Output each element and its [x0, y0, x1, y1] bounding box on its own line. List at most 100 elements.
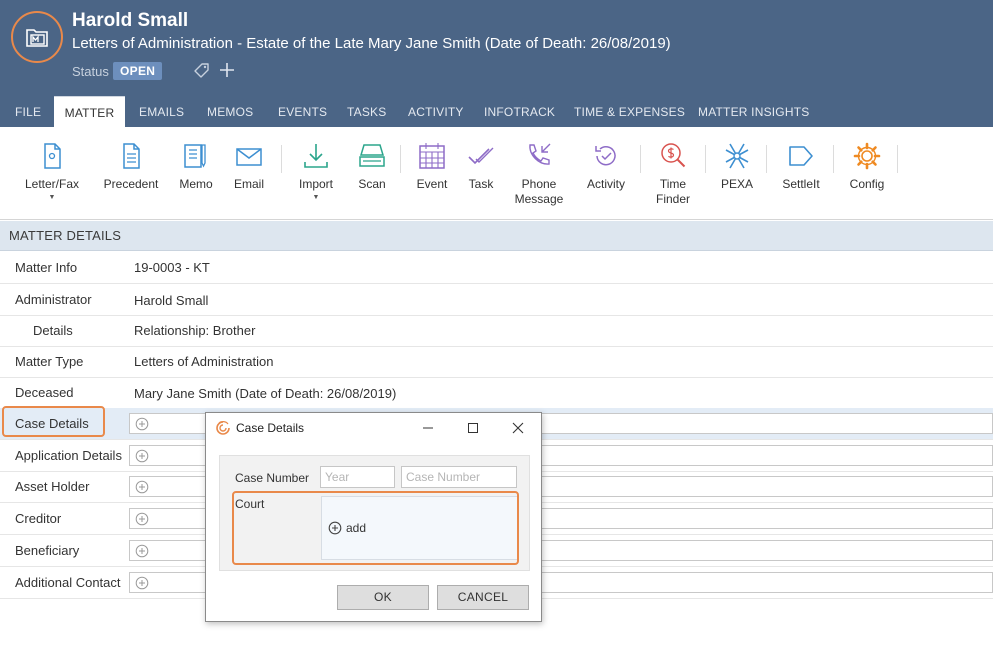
detail-row-deceased: Deceased Mary Jane Smith (Date of Death:… [0, 377, 993, 409]
letter-fax-label: Letter/Fax [24, 177, 80, 191]
matter-folder-icon [11, 11, 63, 63]
close-icon [512, 422, 524, 434]
close-button[interactable] [495, 413, 541, 443]
deceased-value[interactable]: Mary Jane Smith (Date of Death: 26/08/20… [134, 378, 396, 410]
ribbon-separator [705, 145, 706, 173]
phone-incoming-icon [529, 143, 551, 165]
import-label: Import [298, 177, 333, 191]
minimize-icon [423, 427, 433, 429]
plus-circle-icon[interactable] [135, 544, 149, 558]
tab-infotrack[interactable]: INFOTRACK [484, 96, 555, 127]
memo-icon [184, 144, 206, 168]
case-details-highlight [2, 406, 105, 437]
memo-button[interactable]: Memo [174, 127, 218, 217]
plus-circle-icon[interactable] [135, 480, 149, 494]
app-window: Harold Small Letters of Administration -… [0, 0, 993, 648]
time-finder-button[interactable]: Time Finder [648, 127, 698, 217]
pexa-button[interactable]: PEXA [714, 127, 760, 217]
letter-fax-button[interactable]: Letter/Fax ▼ [20, 127, 84, 217]
history-icon [595, 145, 616, 166]
email-label: Email [233, 177, 264, 191]
tab-matter-insights[interactable]: MATTER INSIGHTS [698, 96, 809, 127]
settleit-label: SettleIt [782, 177, 820, 191]
detail-row-matter-info: Matter Info 19-0003 - KT [0, 252, 993, 284]
precedent-button[interactable]: Precedent [98, 127, 164, 217]
ribbon-toolbar: Letter/Fax ▼ Precedent Memo Email Import… [0, 127, 993, 220]
scan-label: Scan [358, 177, 386, 191]
config-label: Config [849, 177, 885, 191]
download-icon [304, 144, 328, 168]
task-button[interactable]: Task [460, 127, 502, 217]
phone-message-label: Phone Message [514, 177, 564, 206]
gear-icon [853, 142, 881, 170]
case-number-input[interactable] [401, 466, 517, 488]
activity-label: Activity [586, 177, 625, 191]
status-label: Status [72, 64, 109, 79]
tab-time-expenses[interactable]: TIME & EXPENSES [574, 96, 685, 127]
scan-button[interactable]: Scan [350, 127, 394, 217]
chevron-down-icon: ▼ [48, 194, 56, 201]
ok-button[interactable]: OK [337, 585, 429, 610]
search-money-icon [661, 143, 686, 168]
ribbon-separator [640, 145, 641, 173]
checkmark-icon [468, 147, 494, 165]
year-input[interactable] [320, 466, 395, 488]
additional-contact-label: Additional Contact [15, 575, 121, 590]
document-icon [44, 143, 61, 169]
details-value[interactable]: Relationship: Brother [134, 315, 255, 347]
maximize-button[interactable] [450, 413, 496, 443]
detail-row-details: Details Relationship: Brother [0, 315, 993, 347]
plus-circle-icon[interactable] [135, 417, 149, 431]
administrator-label: Administrator [15, 292, 92, 307]
matter-info-value[interactable]: 19-0003 - KT [134, 252, 210, 284]
task-label: Task [468, 177, 494, 191]
email-button[interactable]: Email [228, 127, 270, 217]
detail-row-administrator: Administrator Harold Small [0, 284, 993, 316]
tab-tasks[interactable]: TASKS [347, 96, 386, 127]
config-button[interactable]: Config [843, 127, 891, 217]
tab-events[interactable]: EVENTS [278, 96, 327, 127]
tab-matter[interactable]: MATTER [54, 96, 125, 128]
ribbon-separator [400, 145, 401, 173]
phone-message-button[interactable]: Phone Message [508, 127, 570, 217]
app-swirl-icon [216, 421, 230, 435]
activity-button[interactable]: Activity [578, 127, 634, 217]
maximize-icon [468, 423, 478, 433]
plus-circle-icon[interactable] [135, 512, 149, 526]
details-label: Details [33, 323, 73, 338]
matter-type-value[interactable]: Letters of Administration [134, 346, 273, 378]
scanner-icon [359, 144, 385, 167]
ribbon-separator [897, 145, 898, 173]
ribbon-separator [766, 145, 767, 173]
tag-icon[interactable] [193, 62, 211, 85]
case-number-label: Case Number [235, 471, 310, 485]
case-details-dialog: Case Details Case Number Court add [205, 412, 542, 622]
pexa-label: PEXA [720, 177, 753, 191]
application-details-label: Application Details [15, 448, 122, 463]
matter-type-label: Matter Type [15, 354, 84, 369]
precedent-icon [123, 143, 140, 169]
court-highlight [232, 491, 519, 565]
event-button[interactable]: Event [410, 127, 454, 217]
settleit-button[interactable]: SettleIt [774, 127, 828, 217]
ribbon-separator [833, 145, 834, 173]
administrator-value[interactable]: Harold Small [134, 285, 208, 317]
plus-icon[interactable] [218, 61, 236, 84]
cancel-button[interactable]: CANCEL [437, 585, 529, 610]
minimize-button[interactable] [405, 413, 451, 443]
creditor-label: Creditor [15, 511, 62, 526]
calendar-icon [419, 143, 445, 169]
plus-circle-icon[interactable] [135, 449, 149, 463]
dialog-title: Case Details [236, 421, 305, 435]
dialog-title-bar[interactable]: Case Details [206, 413, 541, 443]
plus-circle-icon[interactable] [135, 576, 149, 590]
tab-emails[interactable]: EMAILS [139, 96, 184, 127]
tab-file[interactable]: FILE [15, 96, 41, 127]
matter-title: Letters of Administration - Estate of th… [72, 35, 671, 52]
import-button[interactable]: Import ▼ [292, 127, 340, 217]
matter-details-header: MATTER DETAILS [0, 221, 993, 251]
tab-memos[interactable]: MEMOS [207, 96, 253, 127]
tab-activity[interactable]: ACTIVITY [408, 96, 464, 127]
client-name: Harold Small [72, 10, 189, 31]
status-badge[interactable]: OPEN [113, 62, 163, 80]
